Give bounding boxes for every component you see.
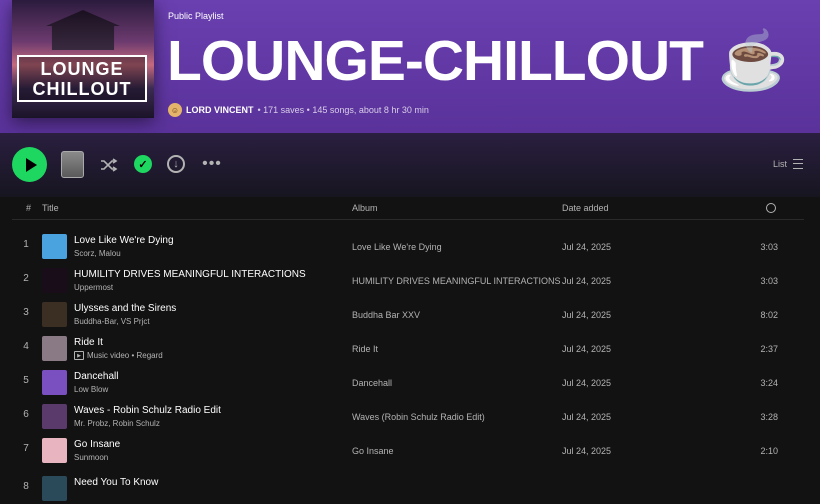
track-thumbnail: [42, 336, 67, 361]
track-date-added: Jul 24, 2025: [562, 446, 612, 456]
track-number: 1: [23, 239, 29, 250]
cover-line2: CHILLOUT: [32, 78, 132, 99]
track-duration: 2:10: [760, 446, 778, 456]
view-toggle[interactable]: List: [773, 159, 804, 169]
track-album[interactable]: Dancehall: [352, 378, 392, 388]
track-title[interactable]: Dancehall: [74, 371, 118, 382]
more-icon: •••: [202, 155, 222, 172]
track-album[interactable]: Ride It: [352, 344, 378, 354]
track-title[interactable]: Ulysses and the Sirens: [74, 303, 176, 314]
track-date-added: Jul 24, 2025: [562, 378, 612, 388]
artist-text: Buddha-Bar, VS Prjct: [74, 317, 150, 326]
track-artist[interactable]: Sunmoon: [74, 453, 108, 462]
table-row[interactable]: 2 HUMILITY DRIVES MEANINGFUL INTERACTIONS…: [12, 262, 804, 296]
list-label: List: [773, 159, 788, 169]
track-thumbnail: [42, 438, 67, 463]
cover-line1: LOUNGE: [40, 58, 124, 79]
download-icon: ↓: [173, 158, 179, 170]
gazebo-graphic: [46, 10, 120, 50]
artist-text: Mr. Probz, Robin Schulz: [74, 419, 160, 428]
table-row[interactable]: 1 Love Like We're Dying Scorz, Malou Love L…: [12, 228, 804, 262]
track-number: 6: [23, 409, 29, 420]
play-icon: [25, 157, 37, 172]
track-album[interactable]: Buddha Bar XXV: [352, 310, 420, 320]
track-number: 3: [23, 307, 29, 318]
track-date-added: Jul 24, 2025: [562, 310, 612, 320]
track-artist[interactable]: Low Blow: [74, 385, 108, 394]
track-date-added: Jul 24, 2025: [562, 242, 612, 252]
table-row[interactable]: 7 Go Insane Sunmoon Go Insane Jul 24, 2025 2:…: [12, 432, 804, 466]
track-number: 7: [23, 443, 29, 454]
table-row[interactable]: 6 Waves - Robin Schulz Radio Edit Mr. Prob…: [12, 398, 804, 432]
track-thumbnail: [42, 404, 67, 429]
music-video-icon: ▶: [74, 351, 84, 360]
track-album[interactable]: HUMILITY DRIVES MEANINGFUL INTERACTIONS: [352, 276, 561, 286]
track-number: 5: [23, 375, 29, 386]
artist-text: Sunmoon: [74, 453, 109, 462]
track-title[interactable]: Love Like We're Dying: [74, 235, 174, 246]
track-album[interactable]: Love Like We're Dying: [352, 242, 442, 252]
table-row[interactable]: 8 Need You To Know: [12, 470, 804, 504]
track-title[interactable]: Ride It: [74, 337, 103, 348]
preview-thumbnail-button[interactable]: [61, 151, 84, 178]
table-header: # Title Album Date added: [12, 197, 804, 220]
track-title[interactable]: Need You To Know: [74, 477, 158, 488]
track-artist[interactable]: Uppermost: [74, 283, 113, 292]
check-icon: ✓: [138, 158, 148, 171]
download-button[interactable]: ↓: [167, 155, 185, 173]
saved-button[interactable]: ✓: [134, 155, 152, 173]
action-bar: [0, 133, 820, 197]
header-date-added[interactable]: Date added: [562, 203, 609, 213]
play-button[interactable]: [12, 147, 47, 182]
track-date-added: Jul 24, 2025: [562, 412, 612, 422]
track-title[interactable]: Waves - Robin Schulz Radio Edit: [74, 405, 221, 416]
header-album[interactable]: Album: [352, 203, 378, 213]
track-number: 2: [23, 273, 29, 284]
header-num: #: [26, 203, 32, 213]
track-thumbnail: [42, 302, 67, 327]
playlist-title: LOUNGE-CHILLOUT ☕: [167, 29, 789, 93]
track-album[interactable]: Waves (Robin Schulz Radio Edit): [352, 412, 485, 422]
track-artist[interactable]: ▶ Music video • Regard: [74, 351, 163, 360]
track-duration: 3:03: [760, 276, 778, 286]
playlist-type: Public Playlist: [168, 11, 224, 21]
list-icon: [793, 159, 804, 169]
track-duration: 8:02: [760, 310, 778, 320]
track-title[interactable]: Go Insane: [74, 439, 120, 450]
header-title[interactable]: Title: [42, 203, 59, 213]
artist-text: Scorz, Malou: [74, 249, 121, 258]
track-duration: 3:28: [760, 412, 778, 422]
clock-icon[interactable]: [766, 203, 776, 213]
artist-text: Uppermost: [74, 283, 114, 292]
track-thumbnail: [42, 234, 67, 259]
track-date-added: Jul 24, 2025: [562, 344, 612, 354]
owner-avatar[interactable]: ☺: [168, 103, 182, 117]
track-duration: 3:24: [760, 378, 778, 388]
table-row[interactable]: 5 Dancehall Low Blow Dancehall Jul 24, 2025 3…: [12, 364, 804, 398]
track-title[interactable]: HUMILITY DRIVES MEANINGFUL INTERACTIONS: [74, 269, 306, 280]
track-thumbnail: [42, 268, 67, 293]
more-options-button[interactable]: •••: [202, 154, 222, 174]
track-album[interactable]: Go Insane: [352, 446, 394, 456]
playlist-meta: ☺ LORD VINCENT • 171 saves • 145 songs, …: [168, 103, 429, 117]
playlist-cover[interactable]: LOUNGE CHILLOUT: [12, 0, 154, 118]
track-artist[interactable]: Buddha-Bar, VS Prjct: [74, 317, 150, 326]
track-artist[interactable]: Scorz, Malou: [74, 249, 121, 258]
shuffle-icon: [101, 158, 118, 172]
track-artist[interactable]: Mr. Probz, Robin Schulz: [74, 419, 160, 428]
artist-text: Low Blow: [74, 385, 109, 394]
track-duration: 2:37: [760, 344, 778, 354]
table-row[interactable]: 3 Ulysses and the Sirens Buddha-Bar, VS Pr…: [12, 296, 804, 330]
track-duration: 3:03: [760, 242, 778, 252]
track-number: 8: [23, 481, 29, 492]
track-thumbnail: [42, 370, 67, 395]
table-row[interactable]: 4 Ride It ▶ Music video • Regard Ride It Jul …: [12, 330, 804, 364]
owner-name[interactable]: LORD VINCENT: [186, 105, 254, 115]
cover-text-box: LOUNGE CHILLOUT: [17, 55, 147, 102]
artist-text: Music video • Regard: [87, 351, 163, 360]
shuffle-button[interactable]: [98, 154, 120, 176]
playlist-stats: • 171 saves • 145 songs, about 8 hr 30 m…: [257, 105, 429, 115]
track-number: 4: [23, 341, 29, 352]
track-date-added: Jul 24, 2025: [562, 276, 612, 286]
